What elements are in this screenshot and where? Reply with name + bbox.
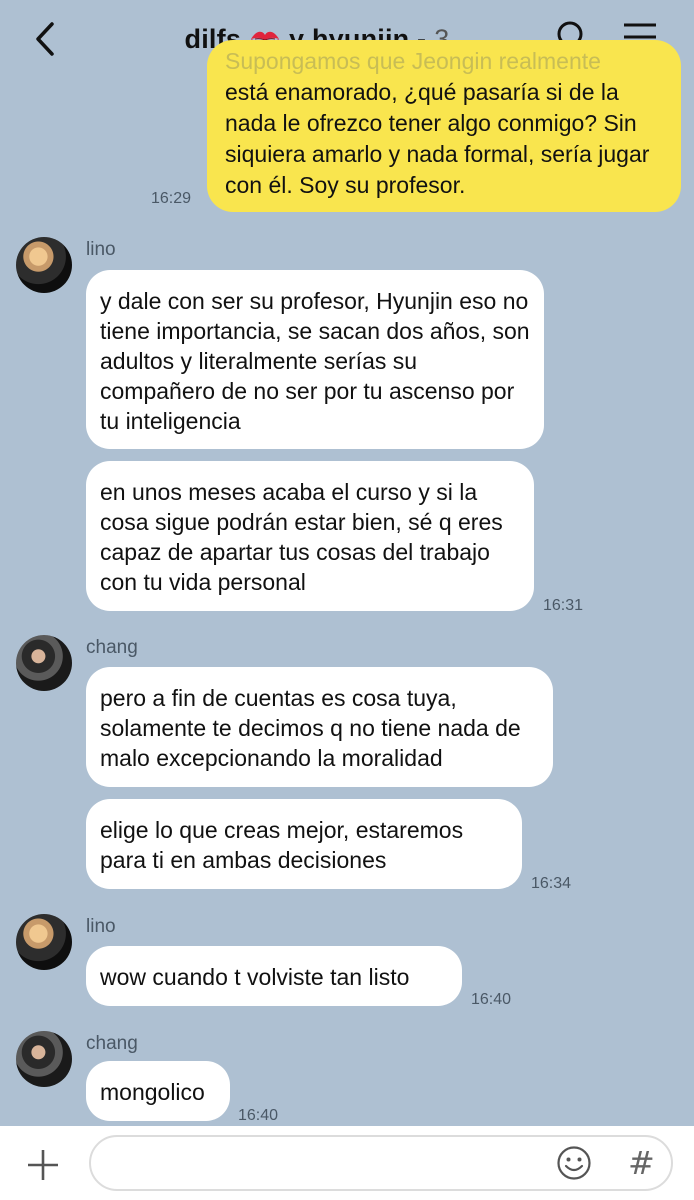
my-message-bubble[interactable]: Supongamos que Jeongin realmente está en… — [207, 40, 681, 212]
sender-name: chang — [86, 637, 138, 658]
plus-icon[interactable] — [26, 1148, 60, 1182]
sender-name: chang — [86, 1033, 138, 1054]
message-text: está enamorado, ¿qué pasaría si de la na… — [225, 79, 650, 198]
message-timestamp: 16:31 — [543, 597, 584, 614]
message-timestamp: 16:40 — [471, 991, 512, 1008]
sender-name: lino — [86, 239, 116, 260]
message-timestamp: 16:29 — [151, 190, 192, 207]
message-text: mongolico — [100, 1079, 205, 1105]
chevron-left-icon[interactable] — [30, 20, 62, 58]
message-bubble[interactable]: en unos meses acaba el curso y si la cos… — [86, 461, 534, 611]
smiley-icon[interactable] — [556, 1145, 592, 1181]
message-text: wow cuando t volviste tan listo — [100, 964, 410, 990]
message-bubble[interactable]: y dale con ser su profesor, Hyunjin eso … — [86, 270, 544, 449]
hashtag-icon[interactable]: # — [628, 1144, 655, 1182]
message-bubble[interactable]: pero a fin de cuentas es cosa tuya, sola… — [86, 667, 553, 787]
message-partial-line: Supongamos que Jeongin realmente — [225, 48, 601, 74]
avatar-lino[interactable] — [16, 237, 72, 293]
avatar-lino[interactable] — [16, 914, 72, 970]
message-text: y dale con ser su profesor, Hyunjin eso … — [100, 288, 530, 434]
message-bubble[interactable]: mongolico — [86, 1061, 230, 1121]
message-bubble[interactable]: wow cuando t volviste tan listo — [86, 946, 462, 1006]
message-bubble[interactable]: elige lo que creas mejor, estaremos para… — [86, 799, 522, 889]
message-input-bar: # — [0, 1126, 694, 1200]
message-timestamp: 16:40 — [238, 1107, 279, 1124]
avatar-chang[interactable] — [16, 635, 72, 691]
message-text: pero a fin de cuentas es cosa tuya, sola… — [100, 685, 521, 771]
sender-name: lino — [86, 916, 116, 937]
avatar-chang[interactable] — [16, 1031, 72, 1087]
message-timestamp: 16:34 — [531, 875, 572, 892]
message-text: elige lo que creas mejor, estaremos para… — [100, 817, 464, 873]
message-text: en unos meses acaba el curso y si la cos… — [100, 479, 503, 595]
